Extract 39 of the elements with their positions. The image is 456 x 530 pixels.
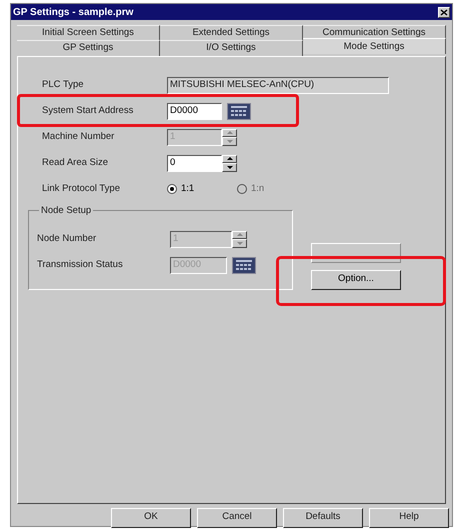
down-arrow-icon (226, 166, 232, 169)
up-arrow-icon (236, 233, 242, 236)
input-field[interactable]: 0 (167, 154, 222, 172)
close-button[interactable] (438, 6, 450, 18)
dialog-button[interactable]: OK (111, 508, 191, 528)
field-label: Read Area Size (42, 156, 110, 170)
field-label: Link Protocol Type (42, 182, 121, 196)
field-label: Node Number (37, 232, 98, 246)
down-arrow-icon (236, 242, 242, 245)
down-arrow-icon (226, 140, 232, 143)
keypad-icon (231, 106, 247, 116)
tab[interactable]: I/O Settings (160, 40, 303, 56)
keypad-icon (236, 260, 252, 270)
up-arrow-icon (226, 131, 232, 134)
field-label: Transmission Status (37, 258, 124, 272)
input-field[interactable]: D0000 (167, 102, 222, 120)
window-title: GP Settings - sample.prw (13, 6, 134, 20)
option-button[interactable]: Option... (311, 270, 401, 290)
radio-icon (167, 184, 177, 194)
dialog-button[interactable]: Cancel (197, 508, 277, 528)
radio-icon (237, 184, 247, 194)
radio-button[interactable]: 1:1 (167, 182, 237, 196)
dialog-button[interactable]: Help (369, 508, 449, 528)
tab[interactable]: Extended Settings (160, 25, 303, 40)
tab[interactable]: Mode Settings (303, 38, 446, 54)
field-label: PLC Type (42, 78, 85, 92)
field-label: System Start Address (42, 104, 134, 118)
keypad-button[interactable] (227, 102, 251, 120)
keypad-button[interactable] (232, 256, 256, 274)
field-label: Machine Number (42, 130, 116, 144)
dialog-button[interactable]: Defaults (283, 508, 363, 528)
spin-button[interactable] (232, 230, 247, 248)
group-title: Node Setup (39, 204, 94, 218)
spin-button[interactable] (222, 128, 237, 146)
spin-button[interactable] (222, 154, 237, 172)
up-arrow-icon (226, 157, 232, 160)
tab[interactable]: GP Settings (17, 40, 160, 56)
tab[interactable]: Initial Screen Settings (17, 25, 160, 40)
close-icon (440, 8, 448, 16)
